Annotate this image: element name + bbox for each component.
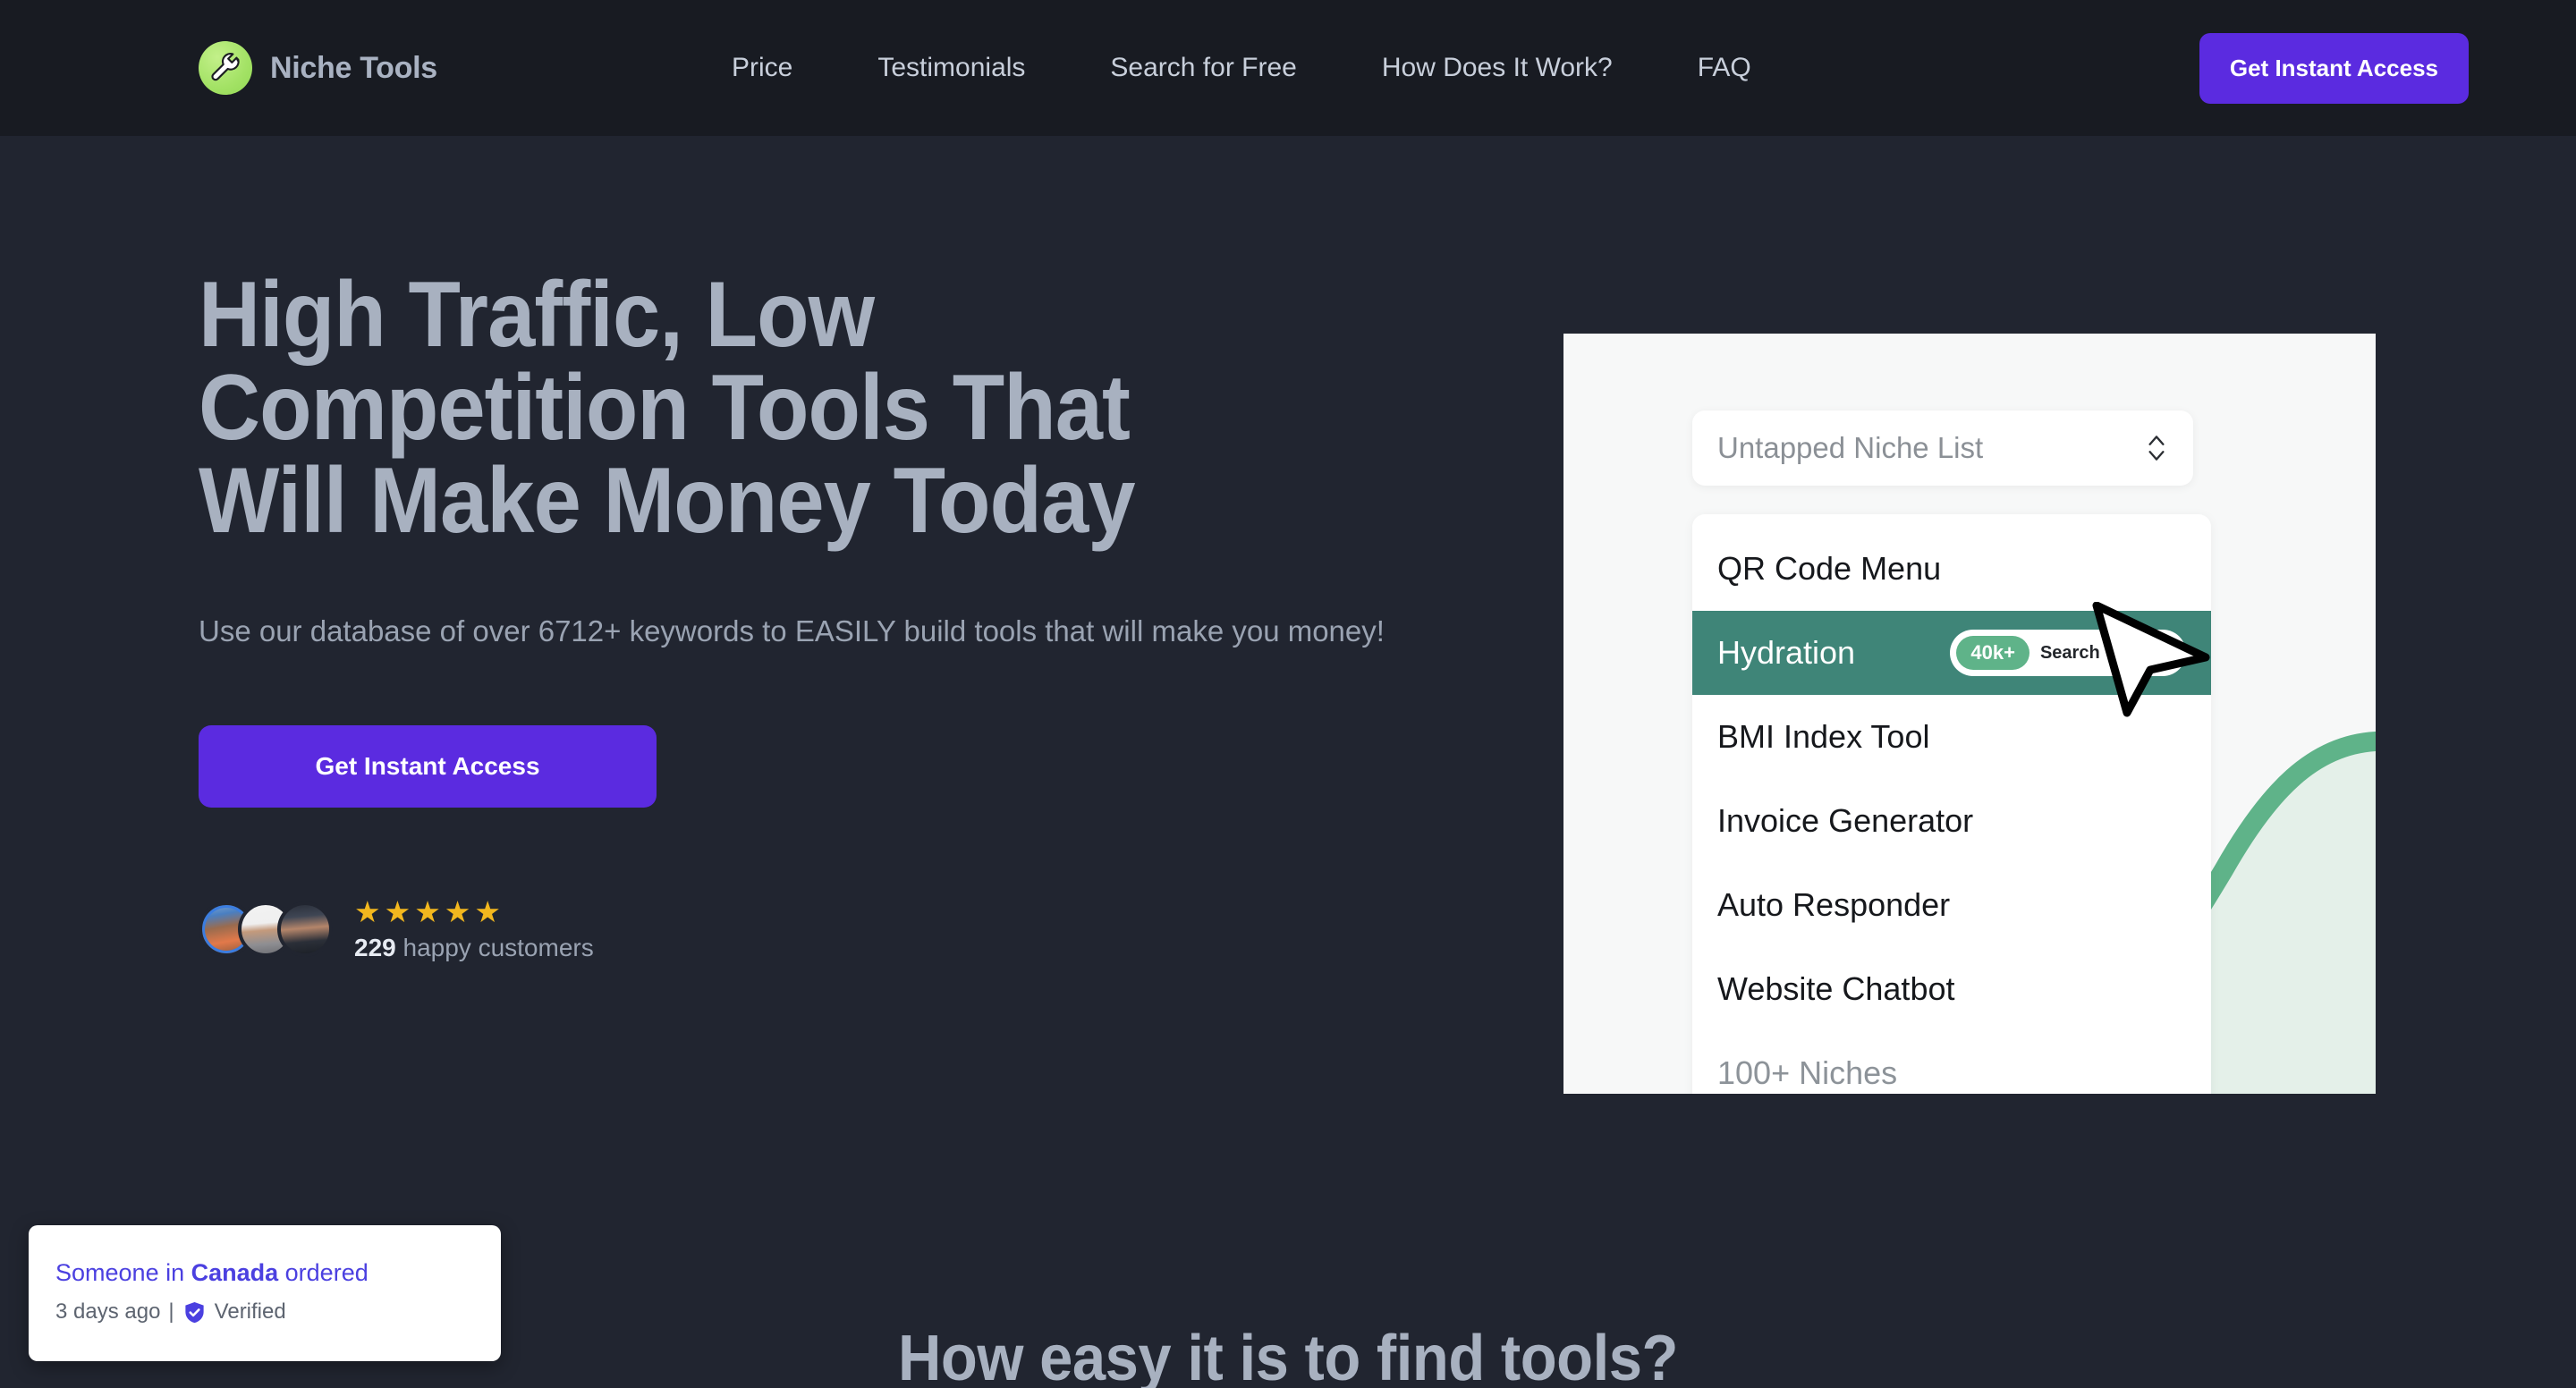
toast-verified-label: Verified <box>214 1299 286 1325</box>
brand-logo-link[interactable]: Niche Tools <box>199 41 437 95</box>
shield-check-icon <box>185 1301 204 1323</box>
list-item[interactable]: Website Chatbot <box>1692 947 2211 1031</box>
list-item[interactable]: Auto Responder <box>1692 863 2211 947</box>
star-icon: ★ <box>414 894 441 928</box>
niche-list-select-label: Untapped Niche List <box>1717 431 1984 464</box>
chevron-up-down-icon <box>2148 436 2165 461</box>
customer-count: 229 happy customers <box>354 934 594 962</box>
nav-item-how-does-it-work[interactable]: How Does It Work? <box>1382 44 1613 92</box>
list-item-selected[interactable]: Hydration 40k+ Search Volume <box>1692 611 2211 695</box>
star-icon: ★ <box>384 894 411 928</box>
hero-subtitle: Use our database of over 6712+ keywords … <box>199 614 1385 647</box>
section-title-how-easy: How easy it is to find tools? <box>898 1323 1678 1388</box>
star-icon: ★ <box>354 894 381 928</box>
toast-location: Canada <box>191 1259 279 1286</box>
page-title: High Traffic, Low Competition Tools That… <box>199 268 1392 547</box>
brand-name: Niche Tools <box>270 50 437 85</box>
customer-count-label: happy customers <box>395 933 594 961</box>
list-item[interactable]: BMI Index Tool <box>1692 695 2211 779</box>
social-proof: ★ ★ ★ ★ ★ 229 happy customers <box>199 897 1496 962</box>
niche-list: QR Code Menu Hydration 40k+ Search Volum… <box>1692 514 2211 1094</box>
niche-label: BMI Index Tool <box>1717 718 1930 755</box>
hero-content: High Traffic, Low Competition Tools That… <box>199 268 1496 962</box>
toast-meta: 3 days ago | Verified <box>55 1299 474 1325</box>
hero-product-image: Untapped Niche List QR Code Menu Hydrati… <box>1563 334 2376 1094</box>
page-root: Niche Tools Price Testimonials Search fo… <box>0 0 2576 1388</box>
hero-title-line-3: Will Make Money Today <box>199 449 1136 553</box>
nav-item-search-for-free[interactable]: Search for Free <box>1110 44 1296 92</box>
list-item[interactable]: Invoice Generator <box>1692 779 2211 863</box>
niche-label: QR Code Menu <box>1717 550 1942 587</box>
hero-title-line-1: High Traffic, Low <box>199 263 875 367</box>
main-navigation: Price Testimonials Search for Free How D… <box>732 44 1751 92</box>
avatar-group <box>199 901 333 958</box>
search-volume-value: 40k+ <box>1956 636 2029 670</box>
star-rating: ★ ★ ★ ★ ★ <box>354 897 594 927</box>
hero-get-instant-access-button[interactable]: Get Instant Access <box>199 724 657 808</box>
niche-label: Invoice Generator <box>1717 802 1974 839</box>
niche-label: Auto Responder <box>1717 886 1951 923</box>
toast-separator: | <box>168 1299 174 1325</box>
wrench-icon <box>199 41 252 95</box>
nav-item-faq[interactable]: FAQ <box>1698 44 1751 92</box>
niche-list-select[interactable]: Untapped Niche List <box>1692 410 2193 486</box>
star-icon: ★ <box>444 894 471 928</box>
list-item[interactable]: QR Code Menu <box>1692 527 2211 611</box>
list-item-more[interactable]: 100+ Niches <box>1692 1031 2211 1094</box>
niche-label: 100+ Niches <box>1717 1054 1898 1091</box>
customer-count-number: 229 <box>354 933 396 961</box>
avatar <box>277 901 333 958</box>
site-header: Niche Tools Price Testimonials Search fo… <box>0 0 2576 136</box>
search-volume-badge: 40k+ Search Volume <box>1950 630 2186 676</box>
search-volume-label: Search Volume <box>2039 642 2168 663</box>
toast-timestamp: 3 days ago <box>55 1299 161 1325</box>
toast-suffix: ordered <box>278 1259 369 1286</box>
rating-block: ★ ★ ★ ★ ★ 229 happy customers <box>354 897 594 962</box>
hero-title-line-2: Competition Tools That <box>199 356 1131 460</box>
toast-prefix: Someone in <box>55 1259 191 1286</box>
star-icon: ★ <box>474 894 501 928</box>
niche-label: Website Chatbot <box>1717 970 1955 1007</box>
niche-label: Hydration <box>1717 634 1856 671</box>
nav-item-price[interactable]: Price <box>732 44 792 92</box>
toast-message: Someone in Canada ordered <box>55 1257 474 1289</box>
nav-item-testimonials[interactable]: Testimonials <box>877 44 1025 92</box>
header-get-instant-access-button[interactable]: Get Instant Access <box>2199 32 2469 104</box>
